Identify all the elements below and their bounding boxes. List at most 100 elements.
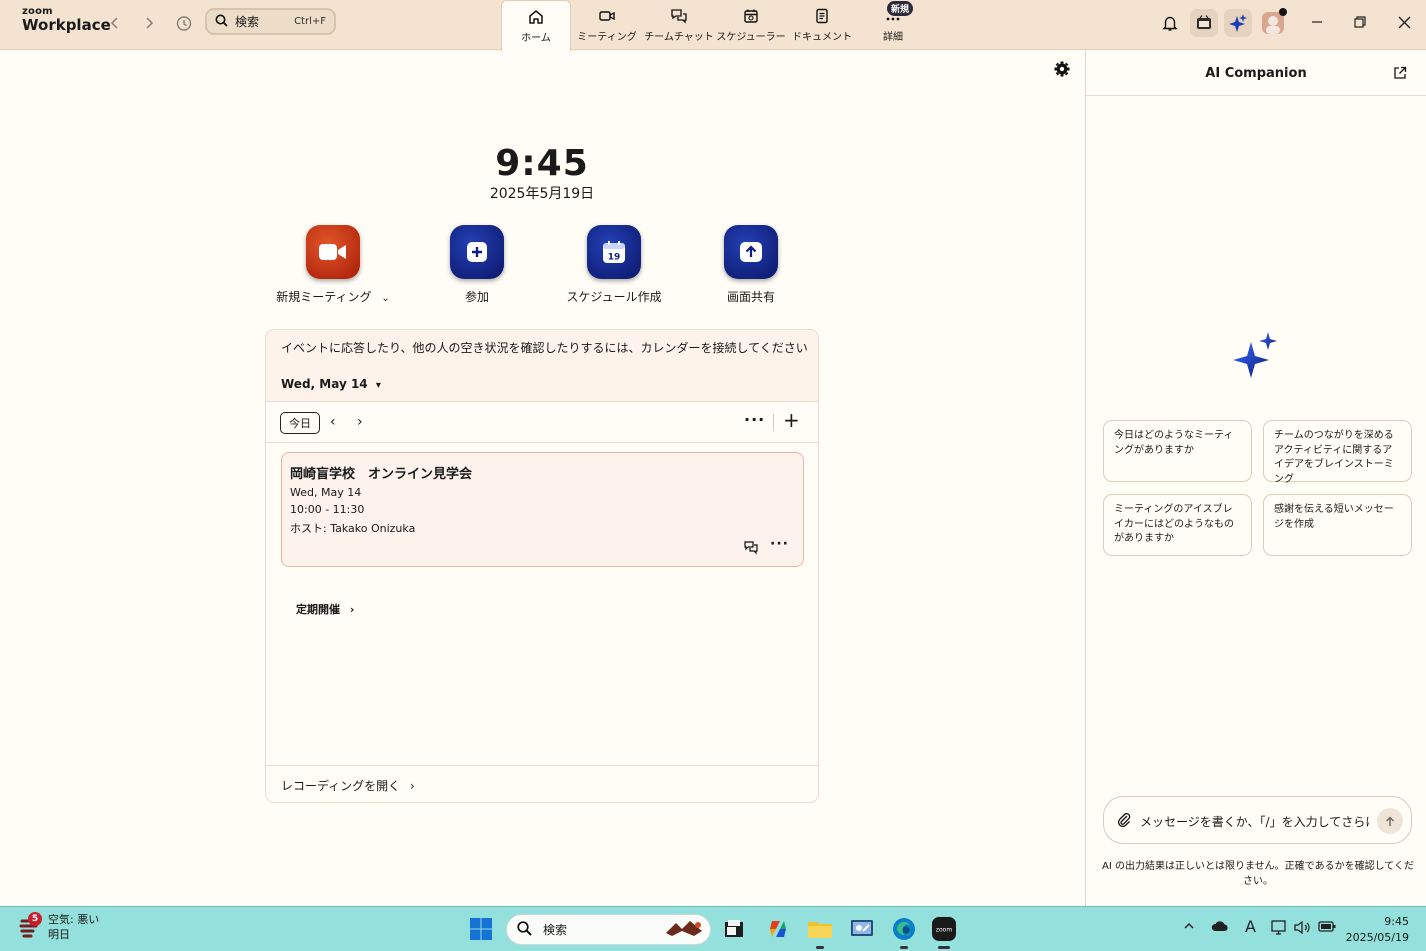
calendar-day-number: 19 [608,253,621,263]
prompt-suggestion[interactable]: ミーティングのアイスブレイカーにはどのようなものがありますか [1103,494,1252,556]
taskbar-clock[interactable]: 9:45 2025/05/19 [1345,914,1409,946]
network-display-icon[interactable] [1271,920,1288,939]
next-day-icon[interactable]: › [357,414,363,430]
tab-more[interactable]: 新規 詳細 [857,0,929,50]
whiteboard-icon[interactable] [1190,9,1218,37]
join-tile[interactable] [450,225,504,279]
new-meeting-tile[interactable] [306,225,360,279]
clock-date: 2025年5月19日 [489,186,595,202]
notification-bell-icon[interactable] [1156,9,1184,37]
file-explorer-task-icon[interactable] [720,915,748,943]
chevron-down-icon[interactable]: ⌄ [381,293,389,304]
event-date: Wed, May 14 [290,486,362,499]
tab-team-chat[interactable]: チームチャット [643,0,715,50]
meeting-event-card[interactable]: 岡崎盲学校 オンライン見学会 Wed, May 14 10:00 - 11:30… [281,452,804,567]
prev-day-icon[interactable]: ‹ [330,414,336,430]
plus-icon [467,242,487,262]
prompt-suggestion[interactable]: チームのつながりを深めるアクティビティに関するアイデアをブレインストーミング [1263,420,1412,485]
share-screen-tile[interactable] [724,225,778,279]
weather-line2: 明日 [48,927,70,941]
avatar[interactable] [1259,8,1287,37]
forward-arrow-icon[interactable] [139,13,159,33]
day-selector[interactable]: Wed, May 14 ▾ [281,377,381,391]
open-recordings-label: レコーディングを開く [281,779,401,793]
windows-start-icon[interactable] [467,915,495,943]
search-shortcut: Ctrl+F [294,16,326,27]
recurring-link[interactable]: 定期開催 › [296,601,354,617]
tab-home[interactable]: ホーム [501,0,571,51]
connect-calendar-message[interactable]: イベントに応答したり、他の人の空き状況を確認したりするには、カレンダーを接続して… [281,339,808,356]
share-screen-label: 画面共有 [726,290,775,304]
calendar-icon [744,9,758,23]
ai-companion-panel: AI Companion 今日はどのようなミーティングがありますか チームのつな… [1085,50,1426,906]
chevron-up-icon[interactable] [1183,920,1195,936]
tab-scheduler-label: スケジューラー [716,32,786,43]
restore-icon[interactable] [1348,10,1372,34]
send-arrow-icon[interactable] [1377,808,1403,834]
tab-scheduler[interactable]: スケジューラー [715,0,787,50]
new-meeting-button[interactable]: 新規ミーティング ⌄ [268,225,398,305]
weather-line1: 空気: 悪い [48,913,100,926]
back-arrow-icon[interactable] [105,13,125,33]
schedule-tile[interactable]: 19 [587,225,641,279]
speaker-volume-icon[interactable] [1294,920,1311,939]
tab-documents[interactable]: ドキュメント [786,0,858,50]
search-highlight-icon [662,917,706,942]
title-bar: zoom Workplace 検索 Ctrl+F ホーム ミーティング チームチ… [0,0,1426,51]
video-icon [599,11,615,21]
taskbar-search-input[interactable]: 検索 [506,914,711,945]
calendar-toolbar: 今日 ‹ › ··· + [266,402,818,443]
tab-more-label: 詳細 [883,32,903,43]
share-screen-button[interactable]: 画面共有 [686,225,816,305]
chevron-right-icon: › [349,603,355,616]
history-clock-icon[interactable] [173,13,193,33]
today-button[interactable]: 今日 [280,412,320,434]
more-options-icon[interactable]: ··· [744,410,765,429]
close-icon[interactable] [1392,10,1416,34]
join-button[interactable]: 参加 [412,225,542,305]
minimize-icon[interactable] [1305,10,1329,34]
status-dot [1279,8,1287,16]
battery-icon[interactable] [1318,920,1336,937]
tab-meetings[interactable]: ミーティング [571,0,643,50]
open-external-icon[interactable] [1393,65,1408,80]
prompt-suggestion[interactable]: 感謝を伝える短いメッセージを作成 [1263,494,1412,556]
windows-taskbar: 5 空気: 悪い 明日 検索 zoom A 9:45 2025/05/19 [0,906,1426,951]
edge-browser-icon[interactable] [890,915,918,949]
onedrive-cloud-icon[interactable] [1211,920,1229,936]
zoom-app-icon[interactable]: zoom [930,915,958,949]
ime-mode-indicator[interactable]: A [1245,917,1256,936]
ai-companion-sparkle-icon[interactable] [1224,9,1252,37]
logo-brand-name: Workplace [22,16,111,34]
folder-icon[interactable] [806,915,834,949]
event-more-icon[interactable]: ··· [770,536,789,552]
calendar-card: イベントに応答したり、他の人の空き状況を確認したりするには、カレンダーを接続して… [265,329,819,803]
day-selector-label: Wed, May 14 [281,377,368,391]
search-icon [215,14,231,30]
search-label: 検索 [235,15,260,29]
copilot-icon[interactable] [764,915,792,943]
ai-message-input[interactable]: メッセージを書くか、「/」を入力してさらに機... [1103,796,1412,844]
chat-icon[interactable] [743,539,759,555]
ai-companion-title: AI Companion [1205,66,1307,81]
event-host: ホスト: Takako Onizuka [290,522,416,535]
chevron-right-icon: › [410,779,415,793]
tab-documents-label: ドキュメント [792,32,852,43]
search-input[interactable]: 検索 Ctrl+F [205,8,336,35]
settings-gear-icon[interactable] [1053,60,1071,78]
tab-home-label: ホーム [521,33,551,44]
weather-widget[interactable]: 5 空気: 悪い 明日 [18,912,99,943]
add-event-icon[interactable]: + [783,408,800,432]
tab-meetings-label: ミーティング [577,32,637,43]
svg-text:zoom: zoom [936,927,952,934]
prompt-suggestion[interactable]: 今日はどのようなミーティングがありますか [1103,420,1252,482]
event-title: 岡崎盲学校 オンライン見学会 [290,467,473,482]
attach-paperclip-icon[interactable] [1116,811,1132,828]
weather-text: 空気: 悪い 明日 [48,913,99,943]
open-recordings-link[interactable]: レコーディングを開く › [281,777,415,794]
new-badge: 新規 [887,1,914,16]
ai-companion-header: AI Companion [1086,50,1426,96]
control-panel-icon[interactable] [848,915,876,943]
document-icon [816,8,828,24]
schedule-button[interactable]: 19 スケジュール作成 [549,225,679,305]
